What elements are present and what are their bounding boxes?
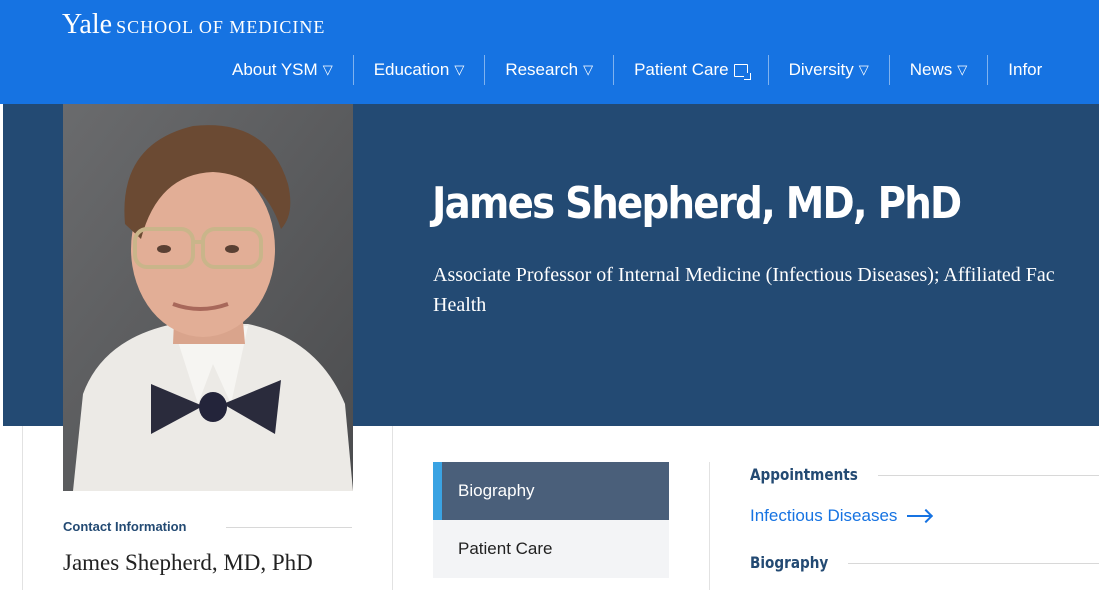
logo-yale: Yale [62, 9, 113, 40]
nav-diversity[interactable]: Diversity ▽ [769, 55, 890, 85]
portrait-illustration [63, 104, 353, 491]
nav-label: Infor [1008, 60, 1043, 79]
nav-label: Patient Care [634, 60, 729, 79]
divider [709, 462, 710, 590]
caret-down-icon: ▽ [583, 62, 594, 77]
arrow-right-icon [907, 515, 932, 517]
caret-down-icon: ▽ [858, 62, 869, 77]
appointments-heading: Appointments [750, 465, 858, 484]
menu-item-biography[interactable]: Biography [433, 462, 669, 520]
profile-title-line-2: Health [433, 294, 487, 316]
caret-down-icon: ▽ [957, 62, 968, 77]
caret-down-icon: ▽ [322, 62, 333, 77]
divider [226, 527, 352, 528]
logo-school-of-medicine: SCHOOL OF MEDICINE [116, 17, 326, 37]
profile-photo [63, 104, 353, 491]
biography-heading: Biography [750, 553, 829, 572]
divider [392, 426, 393, 590]
nav-research[interactable]: Research ▽ [485, 55, 615, 85]
nav-news[interactable]: News ▽ [890, 55, 989, 85]
nav-label: About YSM [232, 60, 318, 79]
main-nav: About YSM ▽ Education ▽ Research ▽ Patie… [212, 55, 1062, 85]
nav-label: News [909, 60, 953, 79]
menu-item-patient-care[interactable]: Patient Care [433, 520, 669, 578]
contact-name: James Shepherd, MD, PhD [63, 550, 313, 575]
profile-name: James Shepherd, MD, PhD [432, 178, 962, 229]
profile-title: Associate Professor of Internal Medicine… [433, 260, 1099, 320]
profile-side-menu: Biography Patient Care [433, 462, 669, 578]
nav-label: Research [505, 60, 579, 79]
profile-title-line-1: Associate Professor of Internal Medicine… [433, 264, 1055, 286]
nav-label: Education [373, 60, 450, 79]
divider [22, 426, 23, 590]
nav-about-ysm[interactable]: About YSM ▽ [212, 55, 354, 85]
appointment-link-infectious-diseases[interactable]: Infectious Diseases [750, 506, 932, 526]
site-logo[interactable]: Yale SCHOOL OF MEDICINE [62, 9, 325, 41]
nav-label: Diversity [788, 60, 854, 79]
nav-education[interactable]: Education ▽ [354, 55, 486, 85]
site-header: Yale SCHOOL OF MEDICINE About YSM ▽ Educa… [0, 0, 1099, 104]
caret-down-icon: ▽ [454, 62, 465, 77]
contact-heading: Contact Information [63, 519, 187, 534]
nav-patient-care[interactable]: Patient Care [614, 55, 769, 85]
external-link-icon [733, 63, 751, 80]
appointment-link-label: Infectious Diseases [750, 506, 898, 525]
divider [848, 563, 1099, 564]
divider [878, 475, 1099, 476]
nav-info[interactable]: Infor [988, 55, 1062, 85]
